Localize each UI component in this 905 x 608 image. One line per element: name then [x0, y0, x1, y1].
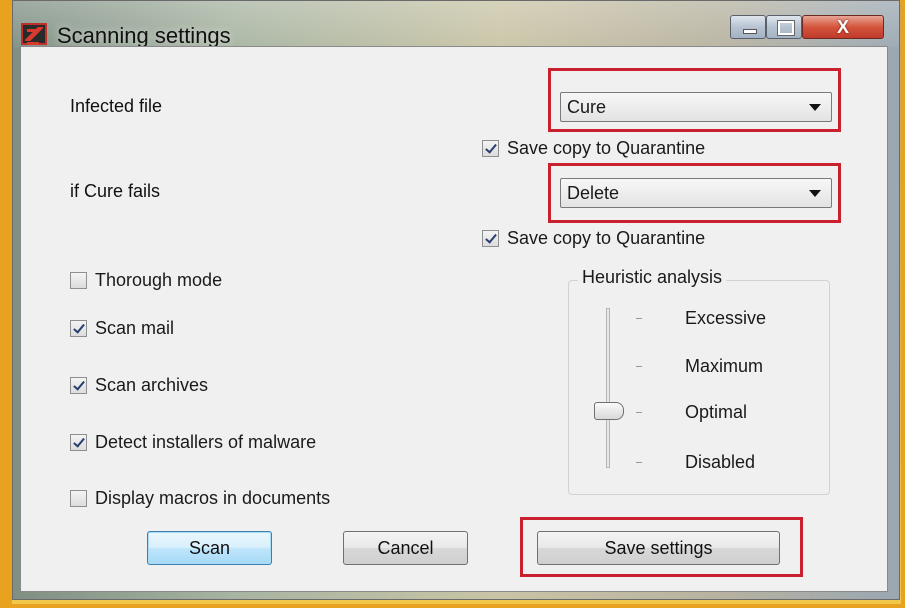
checkbox-icon — [70, 377, 87, 394]
close-icon: X — [836, 17, 849, 37]
thorough-mode-checkbox[interactable]: Thorough mode — [70, 270, 222, 291]
maximize-icon — [777, 20, 795, 36]
level-maximum[interactable]: Maximum — [685, 356, 763, 377]
cure-fails-label: if Cure fails — [70, 181, 161, 201]
close-button[interactable]: X — [802, 15, 884, 39]
option-label: Display macros in documents — [95, 488, 331, 508]
checkbox-icon — [482, 230, 499, 247]
title-bar[interactable]: Scanning settings X — [13, 1, 899, 48]
cure-fails-quarantine-checkbox[interactable]: Save copy to Quarantine — [482, 228, 705, 249]
chevron-down-icon — [809, 104, 821, 111]
minimize-button[interactable] — [730, 15, 766, 39]
minimize-icon — [743, 29, 757, 34]
scan-archives-checkbox[interactable]: Scan archives — [70, 375, 208, 396]
checkbox-icon — [482, 140, 499, 157]
level-disabled[interactable]: Disabled — [685, 452, 755, 473]
save-settings-button[interactable]: Save settings — [537, 531, 780, 565]
option-label: Scan archives — [95, 375, 209, 395]
heuristic-slider-thumb[interactable] — [594, 402, 624, 420]
scan-mail-checkbox[interactable]: Scan mail — [70, 318, 174, 339]
scan-button[interactable]: Scan — [147, 531, 272, 565]
maximize-button[interactable] — [766, 15, 802, 39]
infected-quarantine-checkbox[interactable]: Save copy to Quarantine — [482, 138, 705, 159]
cancel-button[interactable]: Cancel — [343, 531, 468, 565]
display-macros-checkbox[interactable]: Display macros in documents — [70, 488, 330, 509]
checkbox-icon — [70, 490, 87, 507]
cure-fails-action-select[interactable]: Delete — [560, 178, 832, 208]
infected-file-label: Infected file — [70, 96, 163, 116]
chevron-down-icon — [809, 190, 821, 197]
infected-action-value: Cure — [567, 96, 607, 117]
cure-fails-quarantine-label: Save copy to Quarantine — [507, 228, 706, 248]
option-label: Thorough mode — [95, 270, 223, 290]
option-label: Detect installers of malware — [95, 432, 317, 452]
infected-action-select[interactable]: Cure — [560, 92, 832, 122]
checkbox-icon — [70, 320, 87, 337]
cure-fails-action-value: Delete — [567, 182, 620, 203]
checkbox-icon — [70, 434, 87, 451]
option-label: Scan mail — [95, 318, 175, 338]
tick-mark — [636, 366, 642, 367]
detect-installers-checkbox[interactable]: Detect installers of malware — [70, 432, 316, 453]
level-excessive[interactable]: Excessive — [685, 308, 766, 329]
heuristic-slider-track[interactable] — [606, 308, 610, 468]
level-optimal[interactable]: Optimal — [685, 402, 747, 423]
checkbox-icon — [70, 272, 87, 289]
tick-mark — [636, 462, 642, 463]
infected-quarantine-label: Save copy to Quarantine — [507, 138, 706, 158]
tick-mark — [636, 318, 642, 319]
tick-mark — [636, 412, 642, 413]
app-icon — [21, 23, 47, 45]
heuristic-title: Heuristic analysis — [578, 267, 727, 288]
